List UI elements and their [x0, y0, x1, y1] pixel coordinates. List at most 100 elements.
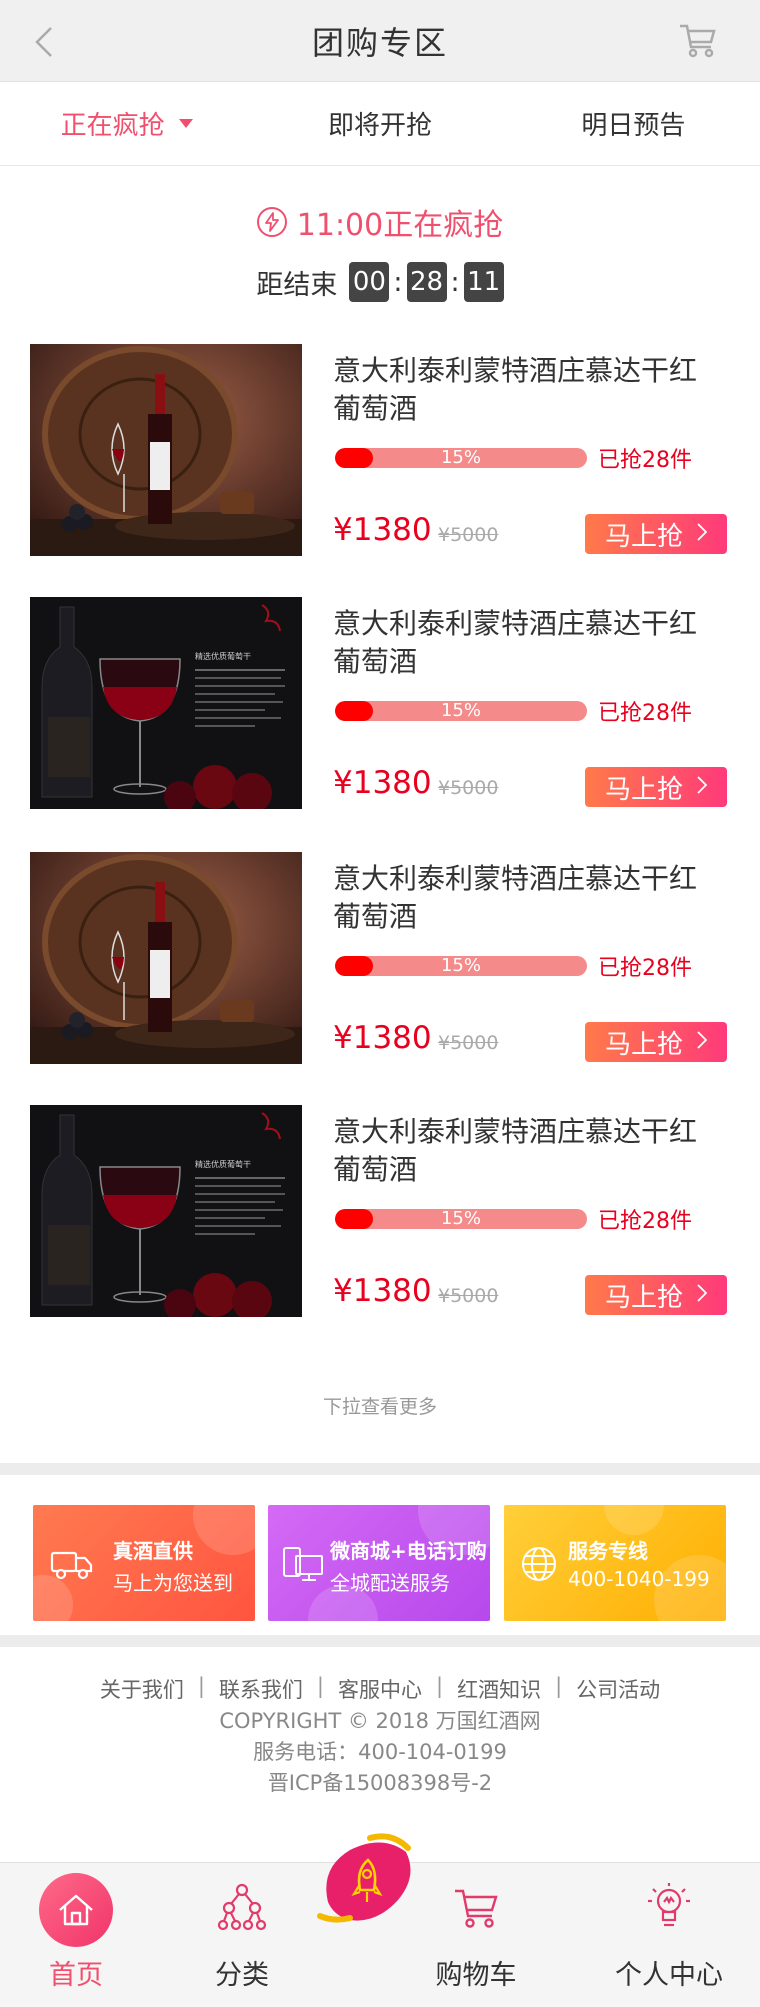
product-image[interactable]: 精选优质葡萄干: [30, 597, 302, 809]
nav-home[interactable]: 首页: [0, 1863, 152, 2007]
flash-sale-heading: 11:00正在疯抢: [0, 200, 760, 244]
countdown-minutes: 28: [406, 262, 447, 302]
original-price: ¥5000: [438, 1032, 499, 1054]
sold-count: 已抢28件: [598, 701, 692, 726]
services-band: 真酒直供 马上为您送到 微商城+电话订购 全城配送服务 服务专线 400-104…: [0, 1463, 760, 1647]
footer-link-about[interactable]: 关于我们: [100, 1674, 184, 1704]
countdown-hours: 00: [349, 262, 390, 302]
tab-label: 明日预告: [581, 111, 686, 141]
product-card[interactable]: 精选优质葡萄干 意大利泰利蒙特酒庄慕达干红葡萄酒 15% 已抢28件 ¥1380…: [0, 1105, 760, 1335]
product-card[interactable]: 意大利泰利蒙特酒庄慕达干红葡萄酒 15% 已抢28件 ¥1380 ¥5000 马…: [0, 852, 760, 1082]
product-name[interactable]: 意大利泰利蒙特酒庄慕达干红葡萄酒: [333, 1113, 703, 1189]
phone-computer-icon: [280, 1541, 326, 1587]
sales-progress-bar: 15%: [335, 701, 587, 721]
service-subtitle: 马上为您送到: [113, 1571, 233, 1595]
tab-label: 正在疯抢: [60, 111, 165, 141]
sold-count: 已抢28件: [598, 1209, 692, 1234]
tab-label: 即将开抢: [327, 111, 432, 141]
footer-links: 关于我们 | 联系我们 | 客服中心 | 红酒知识 | 公司活动: [0, 1674, 760, 1704]
progress-label: 15%: [440, 1209, 481, 1229]
pull-to-load-more[interactable]: 下拉查看更多: [0, 1392, 760, 1419]
decor-circle: [604, 1505, 664, 1535]
chevron-right-icon: [697, 1283, 708, 1307]
product-card[interactable]: 意大利泰利蒙特酒庄慕达干红葡萄酒 15% 已抢28件 ¥1380 ¥5000 马…: [0, 344, 760, 574]
lightning-icon: [256, 207, 287, 237]
countdown-seconds: 11: [463, 262, 504, 302]
chevron-right-icon: [697, 522, 708, 546]
service-subtitle: 全城配送服务: [330, 1571, 450, 1595]
truck-icon: [49, 1541, 95, 1587]
service-wechat-order[interactable]: 微商城+电话订购 全城配送服务: [268, 1505, 490, 1621]
lightbulb-user-icon: [641, 1879, 697, 1935]
sales-progress-bar: 15%: [335, 956, 587, 976]
product-name[interactable]: 意大利泰利蒙特酒庄慕达干红葡萄酒: [333, 860, 703, 936]
globe-icon: [516, 1541, 562, 1587]
back-chevron-icon[interactable]: [26, 22, 62, 62]
nav-profile[interactable]: 个人中心: [593, 1863, 745, 2007]
home-icon: [39, 1873, 113, 1947]
product-image[interactable]: 精选优质葡萄干: [30, 1105, 302, 1317]
service-subtitle: 400-1040-199: [568, 1567, 710, 1591]
countdown-separator: :: [450, 266, 460, 298]
countdown-label: 距结束: [256, 269, 338, 301]
top-bar: 团购专区: [0, 0, 760, 82]
product-name[interactable]: 意大利泰利蒙特酒庄慕达干红葡萄酒: [333, 352, 703, 428]
tab-tomorrow-preview[interactable]: 明日预告: [507, 82, 760, 165]
nav-cart[interactable]: 购物车: [400, 1863, 552, 2007]
footer-link-contact[interactable]: 联系我们: [219, 1674, 303, 1704]
buy-label: 马上抢: [604, 1029, 683, 1060]
sales-progress-bar: 15%: [335, 448, 587, 468]
chevron-right-icon: [697, 1030, 708, 1054]
progress-label: 15%: [440, 701, 481, 721]
progress-label: 15%: [440, 956, 481, 976]
tab-in-progress[interactable]: 正在疯抢: [0, 82, 253, 165]
countdown-separator: :: [393, 266, 403, 298]
image-caption: 精选优质葡萄干: [195, 1159, 251, 1169]
buy-now-button[interactable]: 马上抢: [585, 1022, 727, 1062]
buy-now-button[interactable]: 马上抢: [585, 1275, 727, 1315]
tab-bar: 正在疯抢 即将开抢 明日预告: [0, 82, 760, 166]
footer-link-events[interactable]: 公司活动: [576, 1674, 660, 1704]
service-title: 真酒直供: [113, 1539, 193, 1563]
product-name[interactable]: 意大利泰利蒙特酒庄慕达干红葡萄酒: [333, 605, 703, 681]
original-price: ¥5000: [438, 1285, 499, 1307]
nav-category[interactable]: 分类: [166, 1863, 318, 2007]
rocket-icon[interactable]: [310, 1828, 420, 1938]
product-card[interactable]: 精选优质葡萄干 意大利泰利蒙特酒庄慕达干红葡萄酒 15% 已抢28件 ¥1380…: [0, 597, 760, 827]
tab-coming-soon[interactable]: 即将开抢: [253, 82, 506, 165]
service-title: 微商城+电话订购: [330, 1539, 487, 1563]
sale-price: ¥1380: [333, 1020, 432, 1056]
service-title: 服务专线: [568, 1539, 648, 1563]
countdown-timer: 距结束 00 : 28 : 11: [0, 262, 760, 302]
sold-count: 已抢28件: [598, 956, 692, 981]
nav-label: 首页: [49, 1960, 103, 1991]
original-price: ¥5000: [438, 777, 499, 799]
product-image[interactable]: [30, 852, 302, 1064]
progress-label: 15%: [440, 448, 481, 468]
cart-icon[interactable]: [676, 18, 720, 62]
caret-down-icon: [178, 119, 193, 128]
image-caption: 精选优质葡萄干: [195, 651, 251, 661]
buy-label: 马上抢: [604, 1282, 683, 1313]
divider: |: [436, 1674, 444, 1698]
nav-label: 分类: [215, 1960, 269, 1991]
service-phone: 服务电话：400-104-0199: [253, 1740, 507, 1764]
footer-link-wine-knowledge[interactable]: 红酒知识: [457, 1674, 541, 1704]
sale-price: ¥1380: [333, 1273, 432, 1309]
chevron-right-icon: [697, 775, 708, 799]
divider: |: [316, 1674, 324, 1698]
footer-link-support[interactable]: 客服中心: [338, 1674, 422, 1704]
product-image[interactable]: [30, 344, 302, 556]
services-container: 真酒直供 马上为您送到 微商城+电话订购 全城配送服务 服务专线 400-104…: [0, 1475, 760, 1635]
buy-now-button[interactable]: 马上抢: [585, 767, 727, 807]
service-hotline[interactable]: 服务专线 400-1040-199: [504, 1505, 726, 1621]
icp-number: 晋ICP备15008398号-2: [267, 1771, 493, 1795]
copyright: COPYRIGHT © 2018 万国红酒网: [219, 1709, 541, 1733]
flash-sale-title: 11:00正在疯抢: [296, 208, 504, 243]
category-tree-icon: [214, 1879, 270, 1935]
buy-now-button[interactable]: 马上抢: [585, 514, 727, 554]
service-genuine-supply[interactable]: 真酒直供 马上为您送到: [33, 1505, 255, 1621]
divider: |: [555, 1674, 563, 1698]
sold-count: 已抢28件: [598, 448, 692, 473]
sales-progress-bar: 15%: [335, 1209, 587, 1229]
